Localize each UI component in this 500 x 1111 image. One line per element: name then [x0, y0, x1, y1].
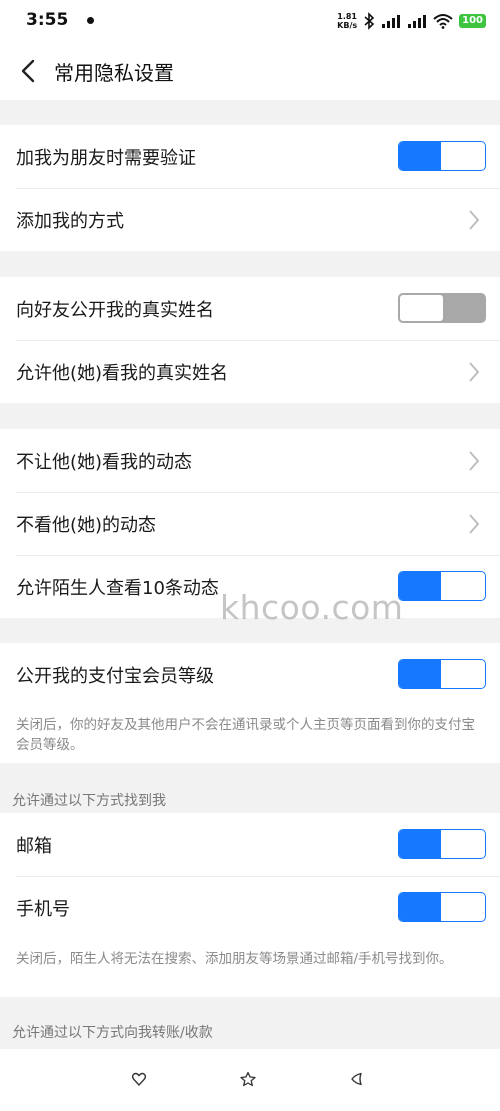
chevron-right-icon — [469, 362, 480, 382]
add-method-label: 添加我的方式 — [16, 210, 124, 232]
find-me-section-title: 允许通过以下方式找到我 — [12, 793, 166, 809]
wifi-icon — [433, 14, 453, 29]
toggle-fill — [399, 830, 441, 858]
network-speed: 1.81 KB/s — [337, 12, 357, 30]
show-real-name-label: 向好友公开我的真实姓名 — [16, 299, 214, 321]
allow-view-real-name-label: 允许他(她)看我的真实姓名 — [16, 362, 229, 384]
verify-friend-label: 加我为朋友时需要验证 — [16, 147, 196, 169]
verify-friend-toggle[interactable] — [398, 141, 486, 171]
row-member-level: 公开我的支付宝会员等级 — [0, 643, 500, 706]
chevron-right-icon — [469, 514, 480, 534]
back-arrow-icon[interactable] — [18, 58, 40, 84]
system-nav-bar — [0, 1049, 500, 1111]
row-allow-view-real-name[interactable]: 允许他(她)看我的真实姓名 — [0, 340, 500, 403]
block-view-moments-label: 不让他(她)看我的动态 — [16, 451, 193, 473]
member-level-note: 关闭后，你的好友及其他用户不会在通讯录或个人主页等页面看到你的支付宝会员等级。 — [16, 717, 475, 753]
hide-their-moments-label: 不看他(她)的动态 — [16, 514, 157, 536]
stranger-view-label: 允许陌生人查看10条动态 — [16, 577, 219, 599]
chevron-right-icon — [469, 210, 480, 230]
phone-label: 手机号 — [16, 898, 70, 920]
bluetooth-icon — [364, 12, 375, 30]
battery-icon: 100 — [459, 14, 486, 28]
row-show-real-name: 向好友公开我的真实姓名 — [0, 277, 500, 340]
toggle-knob — [441, 142, 484, 170]
toggle-knob — [399, 294, 444, 322]
network-speed-unit: KB/s — [337, 21, 358, 30]
row-phone: 手机号 — [0, 876, 500, 939]
toggle-fill — [399, 660, 441, 688]
stranger-view-toggle[interactable] — [398, 571, 486, 601]
toggle-knob — [441, 830, 484, 858]
group-member-level: 公开我的支付宝会员等级 关闭后，你的好友及其他用户不会在通讯录或个人主页等页面看… — [0, 643, 500, 763]
status-time: 3:55 — [26, 10, 69, 30]
group-real-name: 向好友公开我的真实姓名 允许他(她)看我的真实姓名 — [0, 277, 500, 403]
row-verify-friend: 加我为朋友时需要验证 — [0, 125, 500, 188]
row-email: 邮箱 — [0, 813, 500, 876]
email-label: 邮箱 — [16, 835, 52, 857]
email-toggle[interactable] — [398, 829, 486, 859]
toggle-fill — [399, 142, 441, 170]
heart-nav-icon[interactable] — [131, 1071, 147, 1087]
row-add-method[interactable]: 添加我的方式 — [0, 188, 500, 251]
home-star-nav-icon[interactable] — [240, 1071, 256, 1087]
header: 常用隐私设置 — [0, 42, 500, 100]
phone-toggle[interactable] — [398, 892, 486, 922]
group-find-me: 邮箱 手机号 关闭后，陌生人将无法在搜索、添加朋友等场景通过邮箱/手机号找到你。 — [0, 813, 500, 997]
page-title: 常用隐私设置 — [54, 61, 174, 85]
notification-dot-icon — [87, 17, 94, 24]
signal-icon-1 — [382, 15, 401, 28]
toggle-knob — [441, 572, 484, 600]
toggle-fill — [399, 893, 441, 921]
toggle-knob — [441, 893, 484, 921]
status-icons: 1.81 KB/s 100 — [337, 10, 486, 32]
toggle-fill — [399, 572, 441, 600]
signal-icon-2 — [408, 15, 427, 28]
status-bar: 3:55 1.81 KB/s 100 — [0, 0, 500, 42]
back-nav-icon[interactable] — [349, 1071, 365, 1087]
member-level-label: 公开我的支付宝会员等级 — [16, 665, 214, 687]
chevron-right-icon — [469, 451, 480, 471]
toggle-knob — [441, 660, 484, 688]
group-friend-request: 加我为朋友时需要验证 添加我的方式 — [0, 125, 500, 251]
transfer-section-title: 允许通过以下方式向我转账/收款 — [12, 1025, 213, 1041]
row-hide-their-moments[interactable]: 不看他(她)的动态 — [0, 492, 500, 555]
show-real-name-toggle[interactable] — [398, 293, 486, 323]
find-me-note: 关闭后，陌生人将无法在搜索、添加朋友等场景通过邮箱/手机号找到你。 — [16, 951, 453, 967]
member-level-toggle[interactable] — [398, 659, 486, 689]
row-block-view-moments[interactable]: 不让他(她)看我的动态 — [0, 429, 500, 492]
network-speed-value: 1.81 — [337, 12, 357, 21]
watermark: khcoo.com — [220, 588, 404, 627]
privacy-settings-screen: 3:55 1.81 KB/s 100 常用隐私设置 加我为朋友时需要验证 添加我… — [0, 0, 500, 1111]
